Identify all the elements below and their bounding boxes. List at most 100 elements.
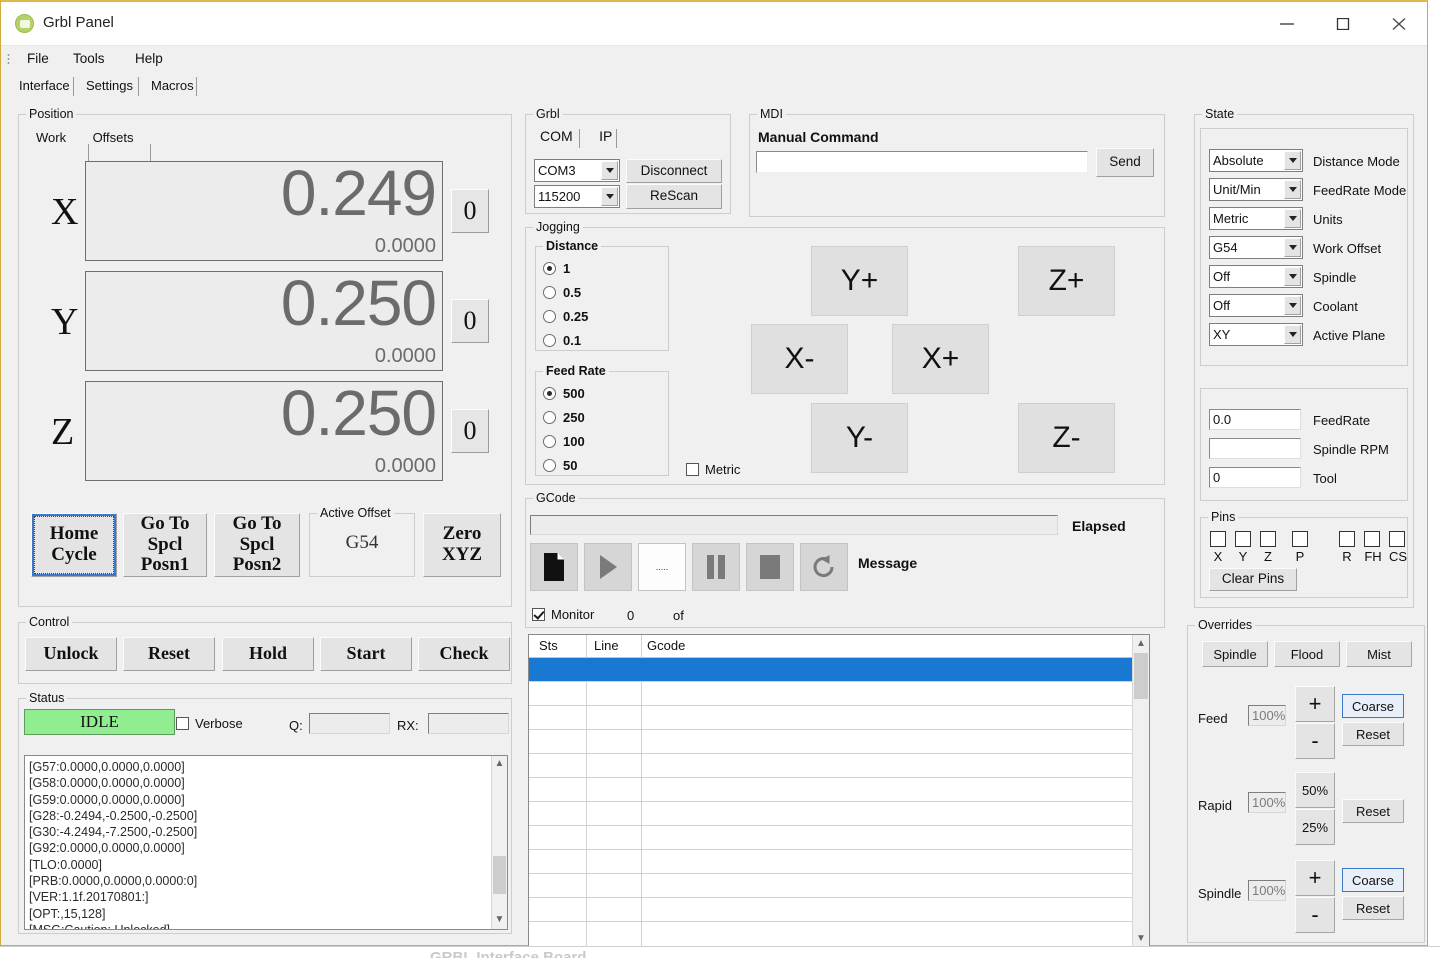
jog-feedrate-option-100[interactable]: 100 (543, 434, 585, 449)
override-flood-toggle[interactable]: Flood (1274, 641, 1340, 667)
column-header-line[interactable]: Line (594, 638, 619, 653)
tab-interface[interactable]: Interface (11, 76, 78, 98)
tab-settings[interactable]: Settings (78, 76, 141, 98)
status-log-textarea[interactable]: [G57:0.0000,0.0000,0.0000][G58:0.0000,0.… (24, 755, 508, 930)
position-tab-offsets[interactable]: Offsets (85, 128, 142, 150)
pin-x-checkbox[interactable] (1210, 531, 1226, 547)
spindle-state-select[interactable]: Off (1209, 265, 1303, 288)
chevron-down-icon[interactable] (1284, 209, 1301, 228)
override-spindle-reset-button[interactable]: Reset (1342, 896, 1404, 920)
zero-x-button[interactable]: 0 (451, 189, 489, 233)
goto-special-posn2-button[interactable]: Go To Spcl Posn2 (214, 513, 300, 577)
gcode-row[interactable] (529, 802, 1149, 826)
jog-z-minus-button[interactable]: Z- (1018, 403, 1115, 473)
zero-y-button[interactable]: 0 (451, 299, 489, 343)
chevron-down-icon[interactable] (1284, 238, 1301, 257)
open-file-button[interactable] (530, 543, 578, 591)
jog-feedrate-option-500[interactable]: 500 (543, 386, 585, 401)
gcode-grid-scrollbar[interactable]: ▲ ▼ (1132, 635, 1149, 947)
column-header-gcode[interactable]: Gcode (647, 638, 685, 653)
override-spindle-coarse-button[interactable]: Coarse (1342, 868, 1404, 892)
gcode-row[interactable] (529, 778, 1149, 802)
clear-pins-button[interactable]: Clear Pins (1209, 568, 1297, 591)
close-button[interactable] (1371, 2, 1427, 45)
override-rapid-reset-button[interactable]: Reset (1342, 799, 1404, 823)
chevron-down-icon[interactable] (1284, 180, 1301, 199)
zero-xyz-button[interactable]: Zero XYZ (423, 513, 501, 577)
home-cycle-button[interactable]: Home Cycle (31, 513, 117, 577)
work-offset-select[interactable]: G54 (1209, 236, 1303, 259)
jog-feedrate-option-50[interactable]: 50 (543, 458, 577, 473)
scroll-up-icon[interactable]: ▲ (492, 756, 507, 773)
baud-rate-select[interactable]: 115200 (534, 185, 620, 208)
stop-button[interactable] (746, 543, 794, 591)
tab-macros[interactable]: Macros (143, 76, 202, 98)
distance-mode-select[interactable]: Absolute (1209, 149, 1303, 172)
disconnect-button[interactable]: Disconnect (626, 159, 722, 183)
start-button[interactable]: Start (320, 637, 412, 671)
pause-button[interactable] (692, 543, 740, 591)
jog-distance-option-1[interactable]: 1 (543, 261, 570, 276)
override-spindle-decrease[interactable]: - (1295, 897, 1335, 933)
chevron-down-icon[interactable] (601, 161, 618, 180)
active-plane-select[interactable]: XY (1209, 323, 1303, 346)
status-log-scrollbar[interactable]: ▲ ▼ (491, 756, 507, 929)
rescan-button[interactable]: ReScan (626, 184, 722, 209)
gcode-grid[interactable]: Sts Line Gcode ▲ ▼ (528, 634, 1150, 948)
pin-r-checkbox[interactable] (1339, 531, 1355, 547)
run-button[interactable] (584, 543, 632, 591)
check-button[interactable]: Check (418, 637, 510, 671)
jog-distance-option-025[interactable]: 0.25 (543, 309, 588, 324)
feedrate-readout-field[interactable]: 0.0 (1209, 409, 1301, 430)
jog-y-plus-button[interactable]: Y+ (811, 246, 908, 316)
scroll-down-icon[interactable]: ▼ (1133, 930, 1149, 947)
jog-metric-checkbox[interactable]: Metric (686, 462, 740, 477)
jog-x-minus-button[interactable]: X- (751, 324, 848, 394)
send-command-button[interactable]: Send (1096, 148, 1154, 177)
unlock-button[interactable]: Unlock (25, 637, 117, 671)
step-button[interactable]: ..... (638, 543, 686, 591)
grbl-tab-com[interactable]: COM (532, 126, 581, 148)
gcode-row[interactable] (529, 706, 1149, 730)
override-feed-increase[interactable]: + (1295, 686, 1335, 722)
override-spindle-toggle[interactable]: Spindle (1202, 641, 1268, 667)
gcode-row[interactable] (529, 754, 1149, 778)
reset-button[interactable]: Reset (123, 637, 215, 671)
pin-cs-checkbox[interactable] (1389, 531, 1405, 547)
goto-special-posn1-button[interactable]: Go To Spcl Posn1 (123, 513, 207, 577)
override-feed-coarse-button[interactable]: Coarse (1342, 694, 1404, 718)
zero-z-button[interactable]: 0 (451, 409, 489, 453)
units-select[interactable]: Metric (1209, 207, 1303, 230)
chevron-down-icon[interactable] (601, 187, 618, 206)
gcode-row[interactable] (529, 898, 1149, 922)
gcode-row[interactable] (529, 658, 1149, 682)
menu-item-tools[interactable]: Tools (69, 50, 109, 69)
pin-z-checkbox[interactable] (1260, 531, 1276, 547)
chevron-down-icon[interactable] (1284, 296, 1301, 315)
verbose-checkbox[interactable]: Verbose (176, 716, 243, 731)
com-port-select[interactable]: COM3 (534, 159, 620, 182)
spindle-rpm-readout-field[interactable] (1209, 438, 1301, 459)
gcode-row[interactable] (529, 826, 1149, 850)
jog-z-plus-button[interactable]: Z+ (1018, 246, 1115, 316)
coolant-state-select[interactable]: Off (1209, 294, 1303, 317)
override-feed-reset-button[interactable]: Reset (1342, 722, 1404, 746)
override-spindle-increase[interactable]: + (1295, 860, 1335, 896)
minimize-button[interactable] (1259, 2, 1315, 45)
position-tab-work[interactable]: Work (28, 128, 74, 150)
override-rapid-25-button[interactable]: 25% (1295, 809, 1335, 845)
maximize-button[interactable] (1315, 2, 1371, 45)
jog-y-minus-button[interactable]: Y- (811, 403, 908, 473)
pin-p-checkbox[interactable] (1292, 531, 1308, 547)
jog-distance-option-05[interactable]: 0.5 (543, 285, 581, 300)
override-feed-decrease[interactable]: - (1295, 723, 1335, 759)
jog-feedrate-option-250[interactable]: 250 (543, 410, 585, 425)
monitor-checkbox[interactable]: Monitor (532, 607, 594, 622)
gcode-row[interactable] (529, 874, 1149, 898)
chevron-down-icon[interactable] (1284, 267, 1301, 286)
scroll-down-icon[interactable]: ▼ (492, 912, 507, 929)
feedrate-mode-select[interactable]: Unit/Min (1209, 178, 1303, 201)
menu-item-file[interactable]: File (23, 50, 53, 69)
gcode-row[interactable] (529, 850, 1149, 874)
jog-distance-option-01[interactable]: 0.1 (543, 333, 581, 348)
